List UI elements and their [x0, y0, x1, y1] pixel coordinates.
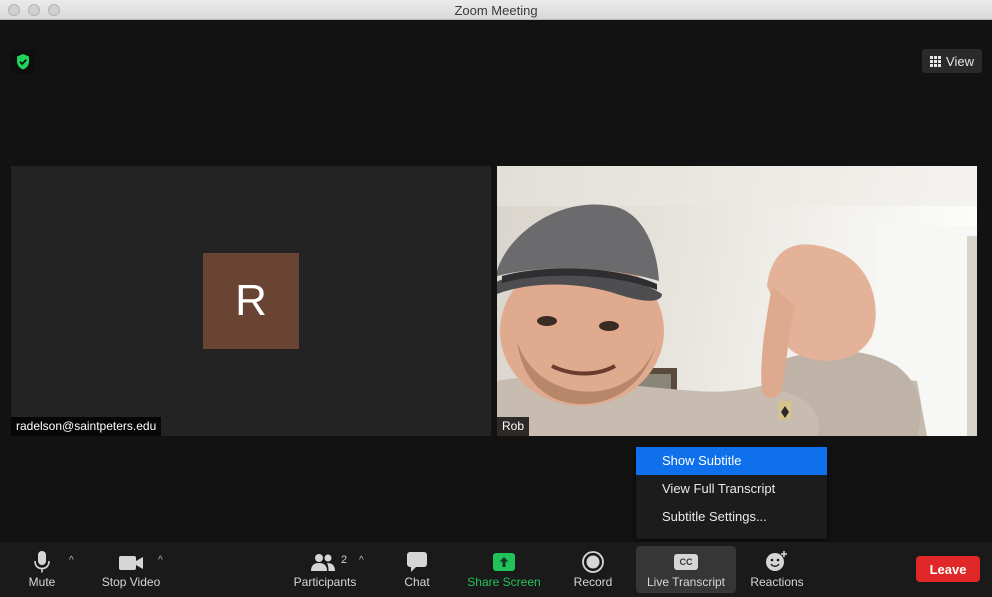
menu-item-view-full-transcript[interactable]: View Full Transcript — [636, 475, 827, 503]
view-button-label: View — [946, 53, 974, 69]
participants-button[interactable]: 2 Participants — [288, 546, 362, 593]
mute-label: Mute — [28, 575, 56, 589]
grid-icon — [930, 55, 942, 67]
view-button[interactable]: View — [922, 49, 982, 73]
live-transcript-button[interactable]: CC Live Transcript — [636, 546, 736, 593]
video-options-chevron-up-icon[interactable]: ^ — [158, 555, 163, 566]
menu-item-show-subtitle[interactable]: Show Subtitle — [636, 447, 827, 475]
stop-video-button[interactable]: Stop Video — [96, 546, 166, 593]
record-button[interactable]: Record — [570, 546, 616, 593]
leave-button[interactable]: Leave — [916, 556, 980, 582]
menu-item-subtitle-settings[interactable]: Subtitle Settings... — [636, 503, 827, 531]
chat-button[interactable]: Chat — [398, 546, 436, 593]
stop-video-label: Stop Video — [101, 575, 161, 589]
avatar: R — [203, 253, 299, 349]
record-label: Record — [573, 575, 613, 589]
participant-name-tag: radelson@saintpeters.edu — [11, 417, 162, 436]
microphone-icon — [34, 551, 50, 573]
record-icon — [582, 551, 604, 573]
reactions-button[interactable]: Reactions — [746, 546, 808, 593]
share-screen-icon — [493, 553, 515, 571]
video-camera-icon — [119, 556, 143, 570]
title-bar: Zoom Meeting — [0, 0, 992, 20]
participants-options-chevron-up-icon[interactable]: ^ — [359, 555, 364, 566]
window-title: Zoom Meeting — [454, 3, 538, 18]
participants-label: Participants — [293, 575, 357, 589]
participant-name-tag: Rob — [497, 417, 530, 436]
participant-tile-radelson[interactable]: R radelson@saintpeters.edu — [11, 166, 491, 436]
chat-bubble-icon — [407, 552, 427, 572]
encryption-shield-icon[interactable] — [11, 50, 35, 74]
emoji-add-icon — [766, 551, 787, 571]
share-screen-label: Share Screen — [467, 575, 541, 589]
audio-options-chevron-up-icon[interactable]: ^ — [69, 555, 74, 566]
participants-count: 2 — [341, 554, 348, 566]
mute-button[interactable]: Mute — [20, 546, 64, 593]
participant-tile-rob[interactable]: Rob — [497, 166, 977, 436]
participants-icon — [311, 554, 335, 571]
reactions-label: Reactions — [750, 575, 804, 589]
subtitle-menu: Show Subtitle View Full Transcript Subti… — [636, 447, 827, 539]
share-screen-button[interactable]: Share Screen — [462, 546, 546, 593]
chat-label: Chat — [404, 575, 430, 589]
participant-video-feed — [497, 166, 977, 436]
closed-caption-icon: CC — [674, 554, 698, 570]
live-transcript-label: Live Transcript — [646, 575, 726, 589]
